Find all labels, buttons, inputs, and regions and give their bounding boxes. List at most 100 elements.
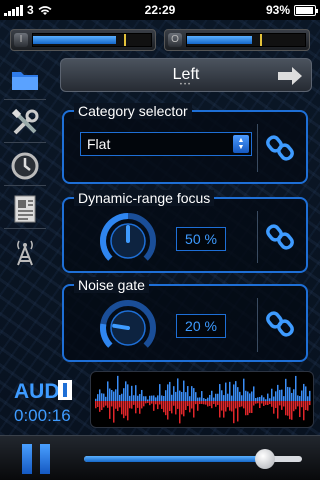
waveform-bar	[243, 378, 245, 401]
waveform-bar	[133, 395, 135, 401]
drf-value[interactable]: 50 %	[176, 227, 226, 251]
waveform-bar	[115, 389, 117, 401]
transport-bar	[0, 435, 320, 480]
sidebar-item-history[interactable]	[4, 146, 46, 186]
waveform-bar	[295, 401, 297, 410]
app-logo: AUD	[14, 380, 72, 403]
waveform-bar	[303, 383, 305, 401]
waveform-bar	[307, 401, 309, 411]
waveform-bar	[251, 401, 253, 414]
waveform-bar	[159, 401, 161, 405]
waveform-bar	[277, 384, 279, 401]
waveform-bar	[139, 393, 141, 401]
elapsed-time: 0:00:16	[14, 406, 71, 425]
waveform-bar	[111, 389, 113, 401]
waveform-bar	[183, 401, 185, 417]
waveform-bar	[285, 401, 287, 416]
waveform-bar	[209, 401, 211, 406]
tools-icon	[11, 108, 39, 134]
waveform-bar	[253, 386, 255, 401]
waveform-bar	[163, 401, 165, 413]
waveform-bar	[239, 401, 241, 408]
waveform-bar	[119, 394, 121, 401]
waveform-bar	[283, 396, 285, 401]
link-icon[interactable]	[266, 223, 294, 251]
waveform-bar	[229, 401, 231, 411]
waveform-bar	[269, 401, 271, 405]
waveform-bar	[153, 401, 155, 411]
waveform-bar	[275, 391, 277, 401]
sidebar-item-tools[interactable]	[4, 103, 46, 143]
sidebar-item-files[interactable]	[4, 60, 46, 100]
waveform-bar	[287, 401, 289, 416]
waveform-bar	[113, 401, 115, 423]
waveform-bar	[143, 396, 145, 401]
waveform-bar	[177, 401, 179, 409]
input-meter-icon[interactable]: I	[14, 33, 28, 47]
waveform-bar	[257, 397, 259, 401]
waveform-bar	[163, 395, 165, 401]
logo-text: AUD	[14, 380, 60, 403]
waveform-bar	[307, 396, 309, 401]
waveform-bar	[285, 378, 287, 401]
waveform-bar	[305, 401, 307, 411]
pause-button[interactable]	[22, 444, 50, 474]
waveform-bar	[203, 398, 205, 401]
waveform-bar	[201, 401, 203, 404]
output-meter-icon[interactable]: O	[168, 33, 182, 47]
waveform-bar	[237, 401, 239, 422]
waveform-bar	[133, 401, 135, 405]
waveform-bar	[255, 401, 257, 404]
sidebar-item-streaming[interactable]	[4, 232, 46, 272]
waveform-bar	[249, 401, 251, 413]
sidebar-item-docs[interactable]	[4, 189, 46, 229]
waveform-bar	[281, 401, 283, 410]
link-icon[interactable]	[266, 310, 294, 338]
waveform-display[interactable]	[90, 371, 314, 428]
waveform-bar	[97, 394, 99, 401]
waveform-bar	[99, 389, 101, 401]
waveform-bar	[137, 401, 139, 408]
playback-progress-slider[interactable]	[84, 449, 302, 469]
waveform-bar	[239, 391, 241, 401]
category-value: Flat	[87, 136, 111, 152]
waveform-bar	[281, 389, 283, 401]
waveform-bar	[103, 393, 105, 401]
waveform-bar	[199, 397, 201, 401]
drf-dial[interactable]	[98, 209, 158, 269]
slider-thumb[interactable]	[254, 449, 275, 469]
waveform-bar	[295, 375, 297, 401]
page-indicator: •••	[179, 82, 193, 88]
waveform-bar	[279, 401, 281, 406]
category-label: Category selector	[74, 103, 192, 119]
status-bar: 3 22:29 93%	[0, 0, 320, 20]
drf-label: Dynamic-range focus	[74, 190, 215, 206]
waveform-bar	[149, 395, 151, 401]
waveform-bar	[179, 401, 181, 424]
gate-label: Noise gate	[74, 277, 149, 293]
waveform-bar	[235, 401, 237, 409]
waveform-bar	[159, 384, 161, 401]
gate-dial[interactable]	[98, 296, 158, 356]
waveform-bar	[205, 401, 207, 405]
link-icon[interactable]	[266, 134, 294, 162]
waveform-bar	[107, 401, 109, 408]
waveform-bar	[195, 401, 197, 405]
waveform-bar	[131, 385, 133, 401]
waveform-bar	[255, 397, 257, 401]
waveform-bar	[165, 390, 167, 401]
sidebar	[4, 60, 46, 275]
category-select[interactable]: Flat ▲ ▼	[80, 132, 252, 156]
waveform-bar	[265, 401, 267, 405]
waveform-bar	[193, 401, 195, 418]
waveform-bar	[111, 401, 113, 407]
waveform-bar	[113, 391, 115, 401]
waveform-bar	[309, 401, 311, 406]
folder-icon	[12, 71, 38, 90]
waveform-bar	[271, 388, 273, 401]
waveform-bar	[193, 388, 195, 401]
gate-value[interactable]: 20 %	[176, 314, 226, 338]
right-arrow-icon[interactable]	[277, 66, 303, 86]
waveform-bar	[109, 401, 111, 419]
waveform-bar	[287, 386, 289, 401]
